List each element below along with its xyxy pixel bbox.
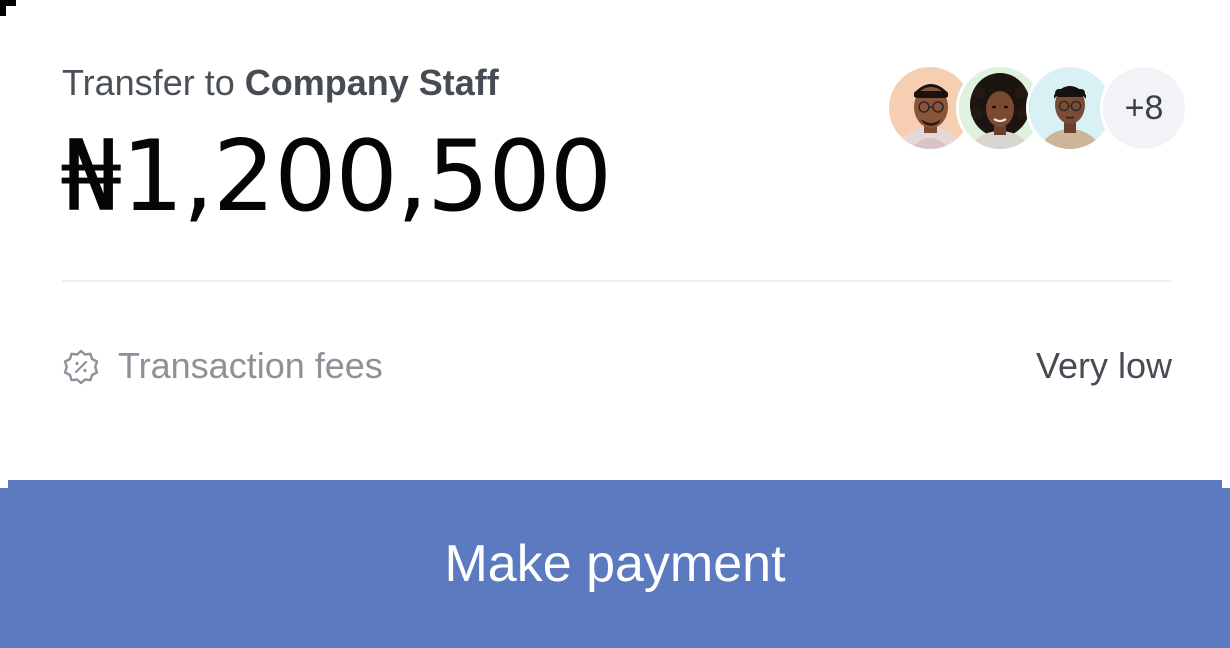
make-payment-button[interactable]: Make payment (0, 480, 1230, 648)
recipient-avatar-stack[interactable]: +8 (886, 64, 1190, 152)
button-corner-left (0, 480, 8, 488)
corner-crop-mark (0, 0, 16, 16)
transaction-fees-row: Transaction fees Very low (62, 340, 1172, 392)
fees-value: Very low (1035, 345, 1172, 386)
transfer-heading: Transfer to Company Staff (62, 62, 499, 104)
discount-badge-icon (62, 348, 100, 386)
payment-card: Transfer to Company Staff ₦1,200,500 +8 … (0, 0, 1230, 648)
avatar-woman-glasses-image (1029, 67, 1111, 149)
transfer-recipient: Company Staff (244, 62, 499, 103)
button-corner-right (1222, 480, 1230, 488)
more-recipients-count: +8 (1100, 64, 1188, 152)
transfer-prefix: Transfer to (62, 62, 235, 103)
divider (62, 280, 1172, 282)
transfer-amount: ₦1,200,500 (60, 120, 612, 234)
fees-label: Transaction fees (118, 345, 383, 386)
